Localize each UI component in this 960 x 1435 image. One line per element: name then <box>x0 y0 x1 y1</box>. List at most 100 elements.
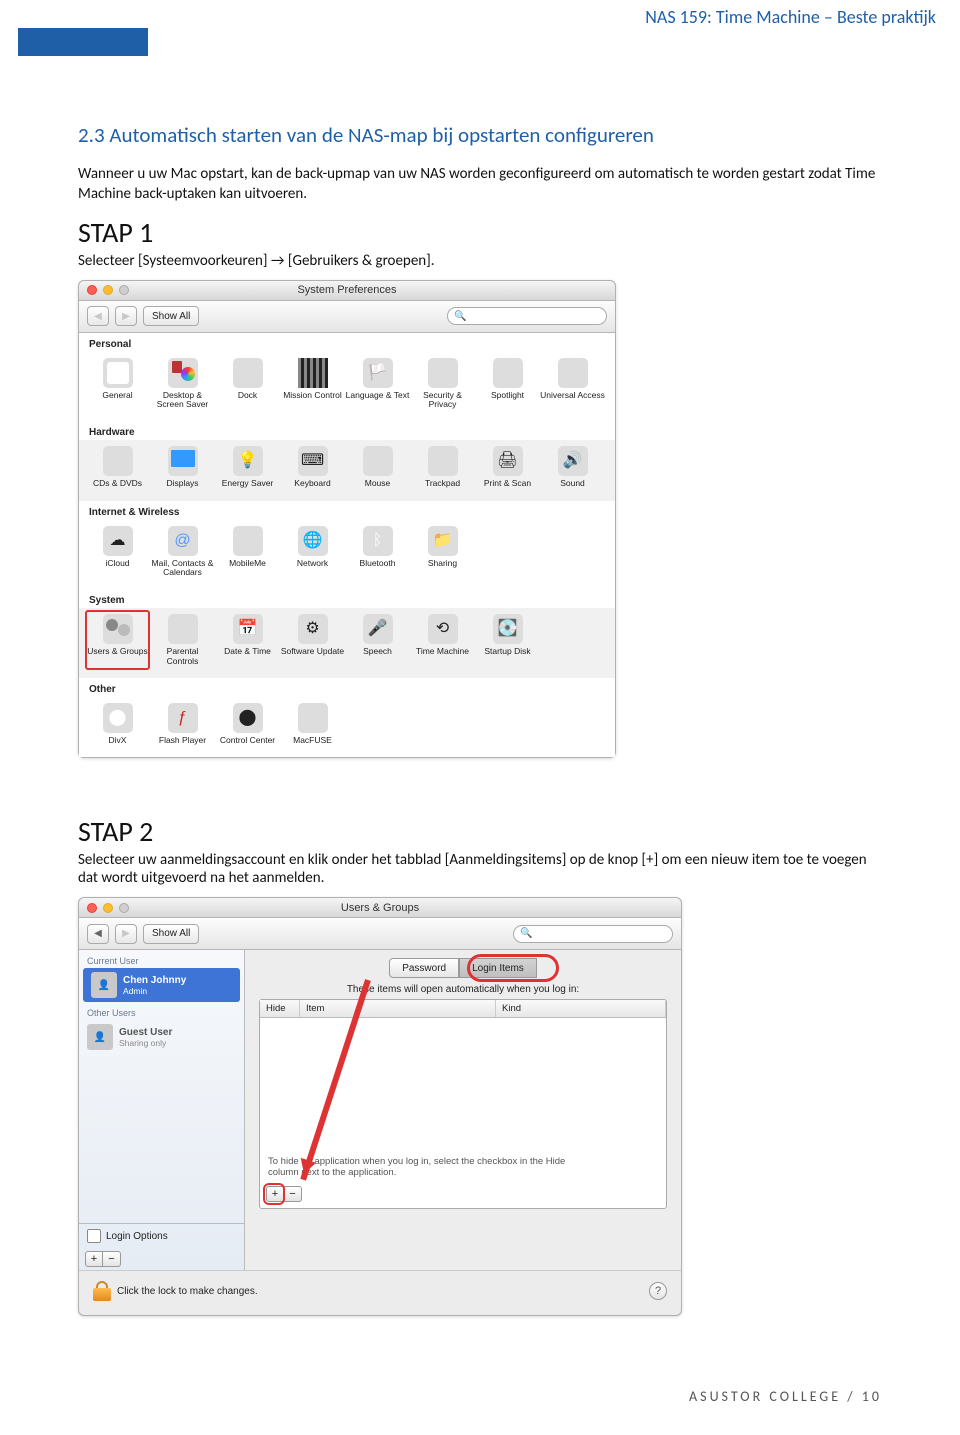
lock-row: Click the lock to make changes. ? <box>79 1270 681 1315</box>
pref-sharing[interactable]: 📁Sharing <box>410 522 475 582</box>
pref-language[interactable]: 🏳️Language & Text <box>345 354 410 414</box>
step1-body: Selecteer [Systeemvoorkeuren] → [Gebruik… <box>78 252 882 270</box>
section-hardware: Hardware <box>79 421 615 440</box>
macfuse-icon <box>298 703 328 733</box>
pref-date[interactable]: 📅Date & Time <box>215 610 280 670</box>
pref-mobileme[interactable]: MobileMe <box>215 522 280 582</box>
pref-startup[interactable]: 💽Startup Disk <box>475 610 540 670</box>
pref-macfuse[interactable]: MacFUSE <box>280 699 345 749</box>
pref-energy[interactable]: 💡Energy Saver <box>215 442 280 492</box>
pref-security[interactable]: Security & Privacy <box>410 354 475 414</box>
guest-role: Sharing only <box>119 1038 172 1048</box>
pref-mission[interactable]: Mission Control <box>280 354 345 414</box>
section-paragraph: Wanneer u uw Mac opstart, kan de back-up… <box>78 164 882 205</box>
pref-icloud[interactable]: ☁iCloud <box>85 522 150 582</box>
controlcenter-icon: ⬤ <box>233 703 263 733</box>
pref-divx-label: DivX <box>109 735 127 745</box>
remove-login-item-button[interactable]: − <box>284 1186 302 1202</box>
pref-software[interactable]: ⚙Software Update <box>280 610 345 670</box>
login-items-table: Hide Item Kind To hide an application wh… <box>259 999 667 1209</box>
pref-dock[interactable]: Dock <box>215 354 280 414</box>
pref-trackpad-label: Trackpad <box>425 478 460 488</box>
step1-title: STAP 1 <box>78 215 882 250</box>
pref-bluetooth-label: Bluetooth <box>360 558 396 568</box>
step2-body: Selecteer uw aanmeldingsaccount en klik … <box>78 851 882 887</box>
pref-cc-label: Control Center <box>220 735 275 745</box>
cd-icon <box>103 446 133 476</box>
parental-icon <box>168 614 198 644</box>
flash-icon: ƒ <box>168 703 198 733</box>
show-all-button[interactable]: Show All <box>143 924 199 944</box>
sidebar-add-remove: + − <box>79 1248 244 1270</box>
spotlight-icon <box>493 358 523 388</box>
pref-users-groups[interactable]: Users & Groups <box>85 610 150 670</box>
pref-controlcenter[interactable]: ⬤ Control Center <box>215 699 280 749</box>
pref-mail[interactable]: @Mail, Contacts & Calendars <box>150 522 215 582</box>
col-kind[interactable]: Kind <box>496 1000 666 1017</box>
lock-icon[interactable] <box>93 1281 111 1301</box>
col-item[interactable]: Item <box>300 1000 496 1017</box>
tab-password[interactable]: Password <box>389 958 459 978</box>
window-title: System Preferences <box>79 284 615 296</box>
col-hide[interactable]: Hide <box>260 1000 300 1017</box>
guest-name: Guest User <box>119 1027 172 1038</box>
pref-sharing-label: Sharing <box>428 558 457 568</box>
pref-software-label: Software Update <box>281 646 344 656</box>
add-login-item-button[interactable]: + <box>266 1186 284 1202</box>
pref-mobileme-label: MobileMe <box>229 558 266 568</box>
pref-keyboard[interactable]: ⌨Keyboard <box>280 442 345 492</box>
pref-displays[interactable]: Displays <box>150 442 215 492</box>
pref-flash[interactable]: ƒFlash Player <box>150 699 215 749</box>
login-items-hint: These items will open automatically when… <box>259 984 667 995</box>
pref-cds[interactable]: CDs & DVDs <box>85 442 150 492</box>
timemachine-icon: ⟲ <box>428 614 458 644</box>
pref-parental[interactable]: Parental Controls <box>150 610 215 670</box>
sidebar-user-guest[interactable]: 👤 Guest User Sharing only <box>79 1020 244 1054</box>
back-button[interactable]: ◀ <box>87 306 109 326</box>
pref-mail-label: Mail, Contacts & Calendars <box>152 558 214 577</box>
pref-bluetooth[interactable]: ᛒBluetooth <box>345 522 410 582</box>
search-input[interactable]: 🔍 <box>447 307 607 325</box>
sidebar-remove-button[interactable]: − <box>103 1251 121 1267</box>
pref-mission-label: Mission Control <box>283 390 342 400</box>
tab-login-items[interactable]: Login Items <box>459 958 537 978</box>
sidebar-user-current[interactable]: 👤 Chen Johnny Admin <box>83 968 240 1002</box>
back-button[interactable]: ◀ <box>87 924 109 944</box>
pref-network[interactable]: 🌐Network <box>280 522 345 582</box>
dock-icon <box>233 358 263 388</box>
forward-button[interactable]: ▶ <box>115 924 137 944</box>
pref-spotlight[interactable]: Spotlight <box>475 354 540 414</box>
users-icon <box>103 614 133 644</box>
sound-icon: 🔊 <box>558 446 588 476</box>
pref-sound[interactable]: 🔊Sound <box>540 442 605 492</box>
pref-timemachine[interactable]: ⟲Time Machine <box>410 610 475 670</box>
pref-universal[interactable]: Universal Access <box>540 354 605 414</box>
pref-mouse[interactable]: Mouse <box>345 442 410 492</box>
user-name: Chen Johnny <box>123 975 186 986</box>
search-input[interactable]: 🔍 <box>513 925 673 943</box>
sidebar-other-users-label: Other Users <box>79 1002 244 1020</box>
universal-icon <box>558 358 588 388</box>
users-groups-window: Users & Groups ◀ ▶ Show All 🔍 Current Us… <box>78 897 682 1316</box>
mouse-icon <box>363 446 393 476</box>
pref-general[interactable]: General <box>85 354 150 414</box>
pref-energy-label: Energy Saver <box>222 478 274 488</box>
window-toolbar: ◀ ▶ Show All 🔍 <box>79 301 615 333</box>
pref-cds-label: CDs & DVDs <box>93 478 142 488</box>
pref-desktop[interactable]: Desktop & Screen Saver <box>150 354 215 414</box>
keyboard-icon: ⌨ <box>298 446 328 476</box>
avatar-icon: 👤 <box>87 1024 113 1050</box>
login-options[interactable]: Login Options <box>79 1223 244 1248</box>
pref-speech[interactable]: 🎤Speech <box>345 610 410 670</box>
note-line2: column next to the application. <box>268 1167 396 1178</box>
sidebar-add-button[interactable]: + <box>85 1251 103 1267</box>
help-button[interactable]: ? <box>649 1282 667 1300</box>
page-header-title: NAS 159: Time Machine – Beste praktijk <box>645 6 936 28</box>
pref-language-label: Language & Text <box>346 390 410 400</box>
show-all-button[interactable]: Show All <box>143 306 199 326</box>
forward-button[interactable]: ▶ <box>115 306 137 326</box>
pref-divx[interactable]: ⬤DivX <box>85 699 150 749</box>
pref-print[interactable]: 🖨Print & Scan <box>475 442 540 492</box>
mobileme-icon <box>233 526 263 556</box>
pref-trackpad[interactable]: Trackpad <box>410 442 475 492</box>
